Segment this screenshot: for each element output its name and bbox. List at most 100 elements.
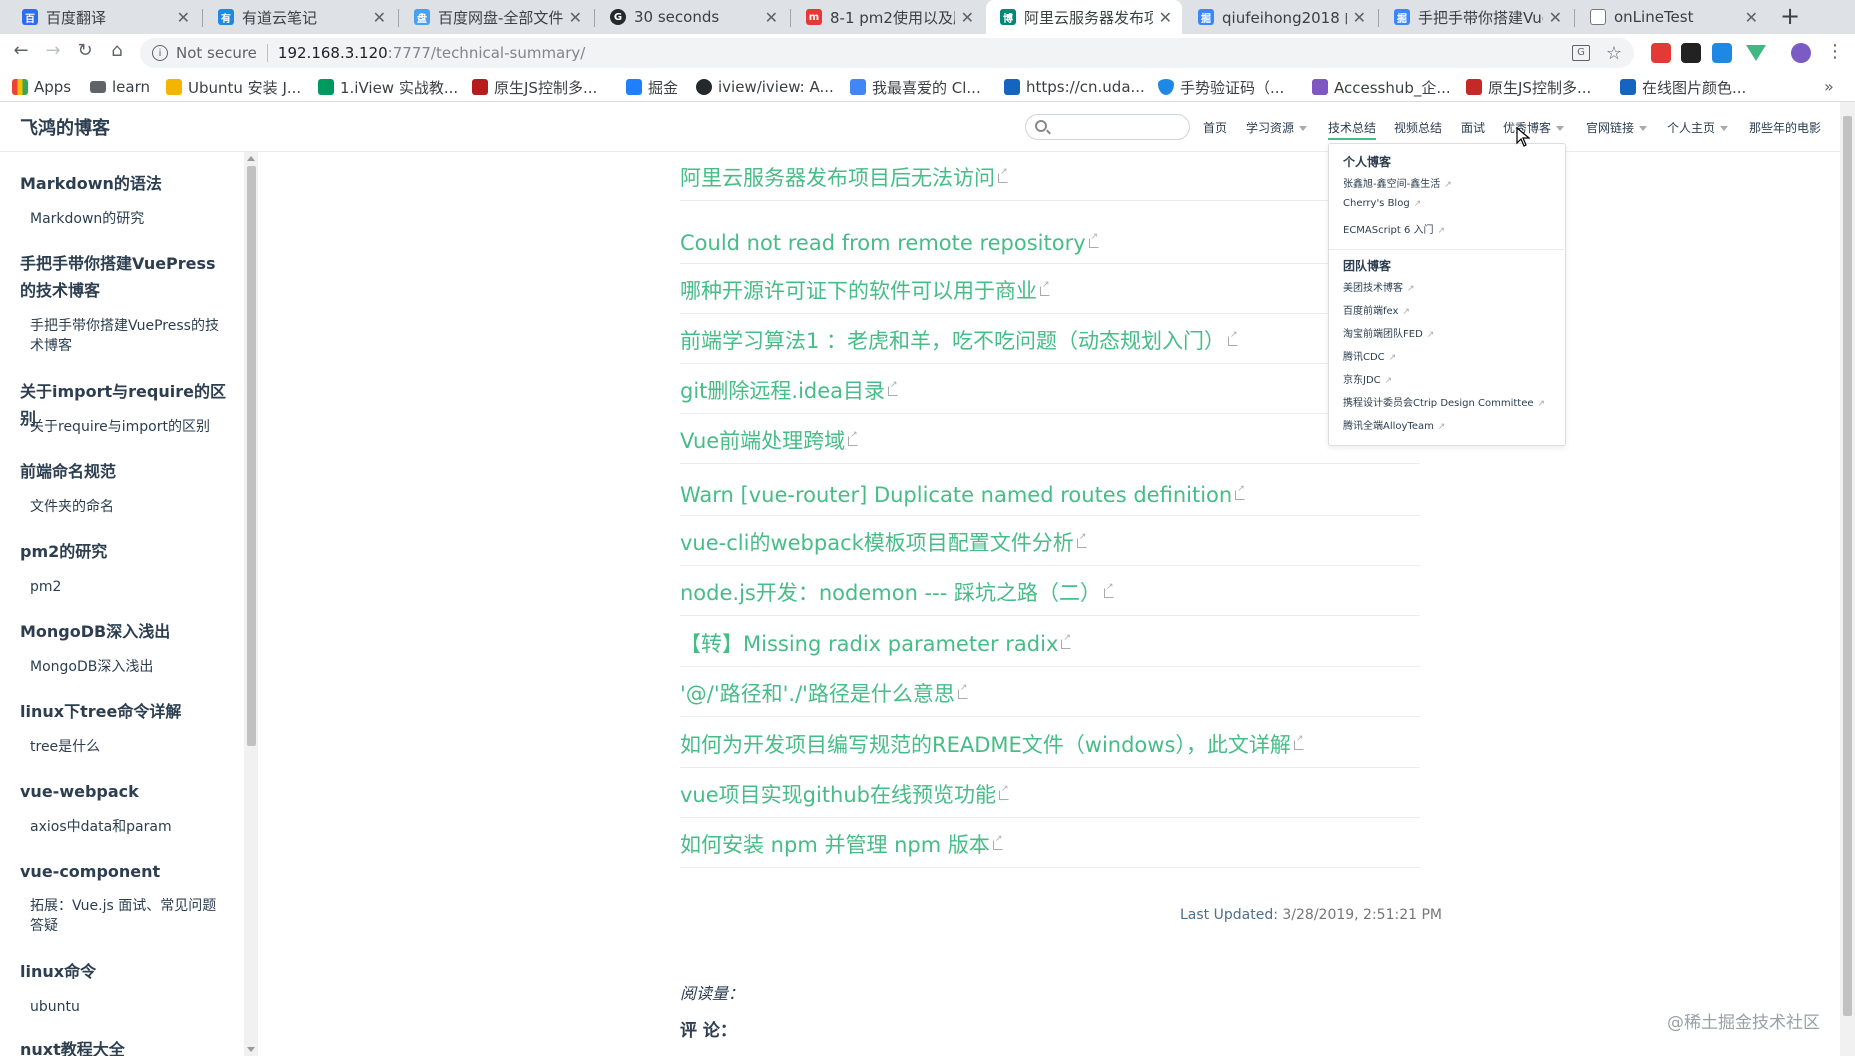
close-icon[interactable]: ✕ <box>961 8 974 27</box>
nav-tech-summary[interactable]: 技术总结 <box>1328 119 1377 140</box>
bookmark-folder[interactable]: learn <box>90 72 150 102</box>
browser-tab[interactable]: 有 有道云笔记 ✕ <box>204 0 396 34</box>
dropdown-item[interactable]: 淘宝前端团队FED ↗ <box>1343 325 1434 340</box>
translate-icon[interactable]: G <box>1572 45 1590 61</box>
sidebar-item[interactable]: MongoDB深入浅出 <box>30 657 230 677</box>
sidebar-group-title[interactable]: linux命令 <box>20 958 230 985</box>
scroll-down-arrow-icon[interactable] <box>247 1047 255 1052</box>
article-link[interactable]: 如何为开发项目编写规范的README文件（windows），此文详解 <box>680 729 1304 759</box>
sidebar-item[interactable]: pm2 <box>30 577 230 597</box>
nav-excellent-blogs[interactable]: 优秀博客 <box>1503 119 1565 136</box>
vue-devtools-icon[interactable] <box>1746 45 1766 61</box>
bookmark-item[interactable]: Accesshub_企... <box>1312 72 1451 102</box>
nav-learning-resources[interactable]: 学习资源 <box>1246 119 1308 136</box>
article-link[interactable]: vue项目实现github在线预览功能 <box>680 779 1010 809</box>
browser-tab[interactable]: onLineTest ✕ <box>1576 0 1768 34</box>
bookmark-item[interactable]: 原生JS控制多... <box>472 72 597 102</box>
close-icon[interactable]: ✕ <box>765 8 778 27</box>
browser-tab[interactable]: 百 百度翻译 ✕ <box>8 0 200 34</box>
sidebar-item[interactable]: tree是什么 <box>30 737 230 757</box>
close-icon[interactable]: ✕ <box>1549 8 1562 27</box>
article-link[interactable]: 阿里云服务器发布项目后无法访问 <box>680 162 1008 192</box>
close-icon[interactable]: ✕ <box>569 8 582 27</box>
bookmark-item[interactable]: 1.iView 实战教... <box>318 72 458 102</box>
article-link[interactable]: Could not read from remote repository <box>680 231 1099 255</box>
nav-interview[interactable]: 面试 <box>1461 119 1485 136</box>
article-link[interactable]: Vue前端处理跨域 <box>680 425 859 455</box>
bookmark-item[interactable]: 掘金 <box>626 72 678 102</box>
site-title[interactable]: 飞鸿的博客 <box>20 114 110 140</box>
article-link[interactable]: 前端学习算法1 ：老虎和羊，吃不吃问题（动态规划入门） <box>680 325 1239 355</box>
article-link[interactable]: 哪种开源许可证下的软件可以用于商业 <box>680 275 1050 305</box>
search-box[interactable] <box>1025 114 1190 140</box>
new-tab-button[interactable]: + <box>1780 2 1800 30</box>
sidebar-group-title[interactable]: vue-webpack <box>20 778 230 805</box>
close-icon[interactable]: ✕ <box>373 8 386 27</box>
sidebar-group-title[interactable]: Markdown的语法 <box>20 170 230 197</box>
nav-movies[interactable]: 那些年的电影 <box>1749 119 1821 136</box>
sidebar-item[interactable]: axios中data和param <box>30 817 230 837</box>
browser-tab[interactable]: 掘 qiufeihong2018 的 ✕ <box>1184 0 1376 34</box>
sidebar-scrollbar[interactable] <box>244 152 258 1056</box>
browser-tab[interactable]: m 8-1 pm2使用以及服 ✕ <box>792 0 984 34</box>
close-icon[interactable]: ✕ <box>1159 8 1172 27</box>
sidebar-item[interactable]: ubuntu <box>30 997 230 1017</box>
sidebar-group-title[interactable]: 前端命名规范 <box>20 458 230 485</box>
chevron-right-icon[interactable]: » <box>1824 77 1834 96</box>
bookmark-item[interactable]: 手势验证码（... <box>1158 72 1284 102</box>
sidebar-group-title[interactable]: nuxt教程大全 <box>20 1036 230 1056</box>
article-link[interactable]: '@/'路径和'./'路径是什么意思 <box>680 678 968 708</box>
search-input[interactable] <box>1052 118 1182 136</box>
browser-tab[interactable]: G 30 seconds ✕ <box>596 0 788 34</box>
back-arrow-icon[interactable]: ← <box>8 40 34 61</box>
nav-personal-home[interactable]: 个人主页 <box>1667 119 1729 136</box>
sidebar-group-title[interactable]: MongoDB深入浅出 <box>20 618 230 645</box>
sidebar-group-title[interactable]: linux下tree命令详解 <box>20 698 230 725</box>
dropdown-item[interactable]: 张鑫旭-鑫空间-鑫生活 ↗ <box>1343 175 1452 190</box>
scrollbar-thumb[interactable] <box>247 166 256 746</box>
home-icon[interactable]: ⌂ <box>104 40 130 61</box>
bookmark-item[interactable]: 在线图片颜色... <box>1620 72 1746 102</box>
sidebar-item[interactable]: 拓展：Vue.js 面试、常见问题答疑 <box>30 896 230 936</box>
dropdown-item[interactable]: 携程设计委员会Ctrip Design Committee ↗ <box>1343 394 1545 409</box>
sidebar-group-title[interactable]: 手把手带你搭建VuePress的技术博客 <box>20 250 230 304</box>
article-link[interactable]: 如何安装 npm 并管理 npm 版本 <box>680 829 1003 859</box>
dropdown-item[interactable]: 腾讯CDC ↗ <box>1343 348 1396 363</box>
sidebar-group-title[interactable]: pm2的研究 <box>20 538 230 565</box>
close-icon[interactable]: ✕ <box>1353 8 1366 27</box>
sidebar-item[interactable]: 关于require与import的区别 <box>30 417 230 437</box>
extension-icon[interactable] <box>1681 43 1701 63</box>
article-link[interactable]: 【转】Missing radix parameter radix <box>680 628 1072 658</box>
close-icon[interactable]: ✕ <box>1745 8 1758 27</box>
nav-official-links[interactable]: 官网链接 <box>1586 119 1648 136</box>
close-icon[interactable]: ✕ <box>177 8 190 27</box>
scroll-up-arrow-icon[interactable] <box>247 156 255 161</box>
browser-tab-active[interactable]: 博 阿里云服务器发布项 ✕ <box>986 0 1182 34</box>
reload-icon[interactable]: ↻ <box>72 40 98 61</box>
browser-tab[interactable]: 盘 百度网盘-全部文件 ✕ <box>400 0 592 34</box>
nav-home[interactable]: 首页 <box>1203 119 1227 136</box>
scrollbar-thumb[interactable] <box>1843 116 1852 1016</box>
dropdown-item[interactable]: 京东JDC ↗ <box>1343 371 1392 386</box>
bookmark-item[interactable]: https://cn.uda... <box>1004 72 1145 102</box>
extension-icon[interactable] <box>1712 43 1732 63</box>
dropdown-item[interactable]: 美团技术博客 ↗ <box>1343 279 1415 294</box>
profile-avatar[interactable] <box>1791 43 1811 63</box>
info-icon[interactable]: i <box>152 45 168 61</box>
dropdown-item[interactable]: ECMAScript 6 入门 ↗ <box>1343 221 1445 236</box>
browser-tab[interactable]: 掘 手把手带你搭建Vue ✕ <box>1380 0 1572 34</box>
sidebar-item[interactable]: Markdown的研究 <box>30 209 230 229</box>
article-link[interactable]: node.js开发：nodemon --- 踩坑之路（二） <box>680 577 1114 607</box>
page-scrollbar[interactable] <box>1840 102 1855 1056</box>
sidebar-group-title[interactable]: vue-component <box>20 858 230 885</box>
nav-video-summary[interactable]: 视频总结 <box>1394 119 1442 136</box>
bookmark-item[interactable]: 原生JS控制多... <box>1466 72 1591 102</box>
dropdown-item[interactable]: 百度前端fex ↗ <box>1343 302 1410 317</box>
dropdown-item[interactable]: 腾讯全端AlloyTeam ↗ <box>1343 417 1445 432</box>
sidebar-item[interactable]: 文件夹的命名 <box>30 497 230 517</box>
bookmark-item[interactable]: iview/iview: A... <box>696 72 834 102</box>
address-bar[interactable]: i Not secure 192.168.3.120 :7777/technic… <box>140 38 1634 68</box>
extension-icon[interactable] <box>1651 43 1671 63</box>
bookmark-item[interactable]: Ubuntu 安装 J... <box>166 72 301 102</box>
article-link[interactable]: Warn [vue-router] Duplicate named routes… <box>680 483 1246 507</box>
